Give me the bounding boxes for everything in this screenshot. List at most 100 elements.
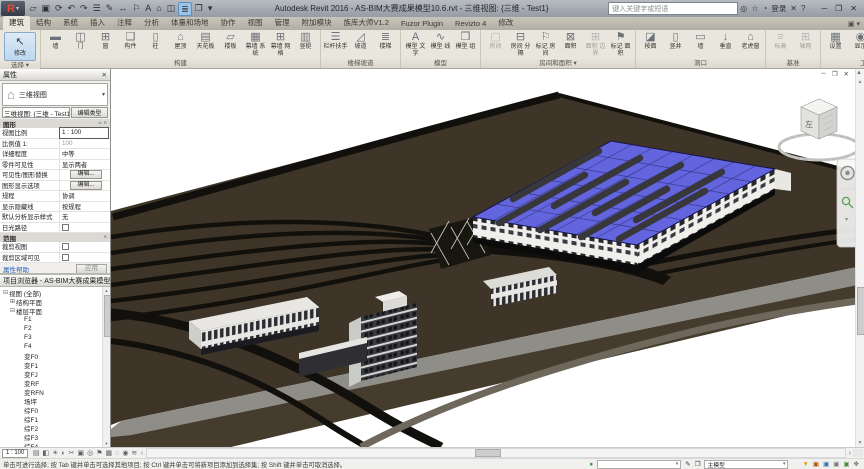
- save-icon[interactable]: ▣: [39, 1, 53, 16]
- tree-item-zong-f3[interactable]: 综F3: [0, 432, 110, 441]
- discipline-value[interactable]: 协调: [59, 191, 110, 201]
- 3d-viewport[interactable]: 左 ▾: [111, 69, 857, 447]
- select-pinned-icon[interactable]: ▣: [831, 460, 841, 468]
- tree-item-f2[interactable]: F2: [0, 324, 110, 333]
- print-icon[interactable]: ☰: [90, 1, 103, 16]
- tab-fuzor-plugin[interactable]: Fuzor Plugin: [395, 18, 449, 30]
- view-restore-icon[interactable]: ❐: [829, 70, 841, 78]
- scrollbar-thumb[interactable]: [104, 295, 110, 337]
- curtain-system-button[interactable]: ▦幕墙 系统: [243, 31, 268, 57]
- maximize-icon[interactable]: ❐: [831, 4, 846, 13]
- tree-item-f1[interactable]: F1: [0, 315, 110, 324]
- area-button[interactable]: ⊠面积: [558, 31, 583, 51]
- grid-button[interactable]: ⊞轴网: [793, 31, 818, 51]
- edit-type-button[interactable]: 编辑类型: [71, 107, 108, 118]
- user-icon[interactable]: ◔: [760, 4, 769, 13]
- aligned-dimension-icon[interactable]: ↔: [116, 1, 130, 16]
- tab-manage[interactable]: 管理: [269, 16, 296, 30]
- close-hidden-windows-icon[interactable]: ❐: [192, 1, 205, 16]
- text-icon[interactable]: A: [143, 1, 154, 16]
- viewcube[interactable]: 左: [779, 99, 857, 160]
- tab-structure[interactable]: 结构: [30, 16, 57, 30]
- tag-room-button[interactable]: ⚐标记 房间: [533, 31, 558, 57]
- editing-requests-icon[interactable]: ✎: [683, 460, 692, 468]
- canvas-vertical-scrollbar[interactable]: ▲ ▼: [855, 69, 864, 447]
- tab-analyze[interactable]: 分析: [138, 16, 165, 30]
- thin-lines-icon[interactable]: ≣: [178, 2, 193, 16]
- project-browser-header[interactable]: 项目浏览器 - AS-BIM大赛成果模型1... ✕: [0, 275, 110, 287]
- tree-item-zong-f0[interactable]: 综F0: [0, 405, 110, 414]
- ribbon-display-toggle[interactable]: ▣ ▾: [848, 20, 860, 28]
- shaft-button[interactable]: ▯竖井: [663, 31, 688, 51]
- scroll-down-icon[interactable]: ▼: [856, 440, 864, 446]
- window-button[interactable]: ⊞窗: [93, 31, 118, 51]
- expand-icon[interactable]: ⊞: [9, 298, 16, 305]
- dormer-button[interactable]: ⌂老虎窗: [738, 31, 763, 51]
- door-button[interactable]: ◫门: [68, 31, 93, 51]
- tab-family-library[interactable]: 族库大师V1.2: [338, 16, 395, 30]
- tab-systems[interactable]: 系统: [57, 16, 84, 30]
- crop-visible-checkbox[interactable]: [62, 254, 69, 261]
- minimize-icon[interactable]: ─: [817, 4, 831, 13]
- star-icon[interactable]: ☆: [749, 4, 760, 13]
- undo-icon[interactable]: ↶: [65, 1, 78, 16]
- project-browser-scrollbar[interactable]: ▲ ▼: [102, 287, 110, 447]
- model-group-button[interactable]: ❒模型 组: [453, 31, 478, 51]
- column-button[interactable]: ▯柱: [143, 31, 168, 51]
- sun-path-checkbox[interactable]: [62, 224, 69, 231]
- view-scale-input[interactable]: 1 : 100: [59, 127, 109, 139]
- level-button[interactable]: ≡标高: [768, 31, 793, 51]
- select-links-icon[interactable]: ▣: [811, 460, 821, 468]
- tab-revizto[interactable]: Revizto 4: [449, 18, 492, 30]
- sign-in-button[interactable]: 登录: [769, 3, 788, 14]
- tree-item-changping[interactable]: 场坪: [0, 396, 110, 405]
- room-separator-button[interactable]: ⊟房间 分隔: [508, 31, 533, 57]
- revit-app-menu-button[interactable]: R▾: [1, 1, 25, 16]
- filter-icon[interactable]: ▼: [800, 461, 810, 468]
- select-by-face-icon[interactable]: ▣: [841, 460, 851, 468]
- tab-architecture[interactable]: 建筑: [3, 16, 30, 30]
- scrollbar-thumb[interactable]: [475, 449, 501, 457]
- vertical-opening-button[interactable]: ↓垂直: [713, 31, 738, 51]
- temporary-properties-icon[interactable]: ◌: [114, 449, 121, 458]
- railing-button[interactable]: ☰栏杆扶手: [323, 31, 348, 51]
- area-boundary-button[interactable]: ⊞面积 边界: [583, 31, 608, 57]
- scroll-left-icon[interactable]: ‹: [139, 450, 145, 457]
- design-option-select[interactable]: 主模型▾: [704, 460, 788, 469]
- mullion-button[interactable]: ▥竖梃: [293, 31, 318, 51]
- tree-node-floor-plans[interactable]: ⊟楼层平面: [0, 306, 110, 315]
- tree-item-zong-f4[interactable]: 综F4: [0, 441, 110, 447]
- vg-edit-button[interactable]: 编辑...: [70, 170, 101, 179]
- wall-button[interactable]: ▬墙: [43, 31, 68, 51]
- ramp-button[interactable]: ◿坡道: [348, 31, 373, 51]
- tree-item-bian-rf[interactable]: 变RF: [0, 378, 110, 387]
- model-line-button[interactable]: ∿模型 线: [428, 31, 453, 51]
- tab-insert[interactable]: 插入: [84, 16, 111, 30]
- close-icon[interactable]: ✕: [846, 4, 861, 13]
- roof-button[interactable]: ⌂屋顶: [168, 31, 193, 51]
- default-3d-view-icon[interactable]: ⌂: [154, 1, 164, 16]
- section-icon[interactable]: ◫: [164, 1, 178, 16]
- scroll-up-icon[interactable]: ▲: [103, 288, 110, 293]
- ceiling-button[interactable]: ▤天花板: [193, 31, 218, 51]
- tree-item-f3[interactable]: F3: [0, 333, 110, 342]
- tab-massing-site[interactable]: 体量和场地: [165, 16, 215, 30]
- visual-style-icon[interactable]: ◧: [41, 449, 51, 458]
- view-close-icon[interactable]: ✕: [841, 70, 852, 78]
- tree-item-f4[interactable]: F4: [0, 342, 110, 351]
- properties-close-icon[interactable]: ✕: [102, 71, 107, 79]
- model-text-button[interactable]: A模型 文字: [403, 31, 428, 57]
- crop-view-icon[interactable]: ✂: [67, 449, 76, 458]
- shadows-icon[interactable]: ◐: [60, 449, 67, 458]
- show-crop-icon[interactable]: ▣: [76, 449, 86, 458]
- active-workset-select[interactable]: ▾: [597, 460, 681, 469]
- wall-opening-button[interactable]: ▭墙: [688, 31, 713, 51]
- search-icon[interactable]: ◎: [738, 4, 749, 13]
- parts-visibility-value[interactable]: 显示两者: [59, 160, 110, 170]
- tree-item-bian-f0[interactable]: 变F0: [0, 351, 110, 360]
- customize-qat-icon[interactable]: ▾: [205, 1, 215, 16]
- analysis-display-icon[interactable]: ≋: [130, 449, 139, 458]
- section-extents[interactable]: 范围˄: [0, 233, 110, 242]
- scroll-down-icon[interactable]: ▼: [103, 441, 110, 446]
- view-scale-button[interactable]: 1 : 100: [2, 449, 28, 458]
